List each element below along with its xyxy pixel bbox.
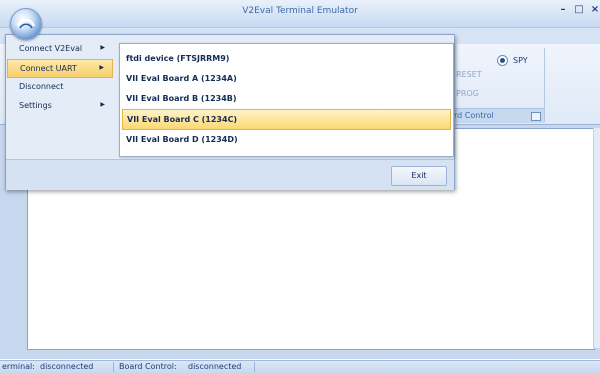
exit-button[interactable]: Exit <box>391 166 447 186</box>
submenu-arrow-icon: ▶ <box>100 44 105 51</box>
application-menu-items: Connect V2Eval ▶ Connect UART ▶ Disconne… <box>7 40 115 158</box>
submenu-item-eval-board-d[interactable]: VII Eval Board D (1234D) <box>122 130 449 149</box>
app-logo-icon <box>16 18 36 29</box>
close-button[interactable]: × <box>590 4 600 18</box>
window-title: V2Eval Terminal Emulator <box>242 6 358 16</box>
status-separator <box>113 362 114 372</box>
title-bar: V2Eval Terminal Emulator – □ × <box>0 0 600 28</box>
prog-button[interactable]: PROG <box>456 89 479 98</box>
group-label: rd Control <box>454 111 494 120</box>
board-control-group: rd Control <box>446 108 544 123</box>
submenu-arrow-icon: ▶ <box>99 64 104 71</box>
reset-button[interactable]: RESET <box>456 70 482 79</box>
submenu-item-ftdi-device[interactable]: ftdi device (FTSJRRM9) <box>122 49 449 68</box>
status-separator <box>254 362 255 372</box>
radio-selected-icon <box>497 55 508 66</box>
dialog-launcher-icon[interactable] <box>531 112 541 121</box>
menu-item-connect-v2eval[interactable]: Connect V2Eval ▶ <box>7 40 113 57</box>
menu-item-settings[interactable]: Settings ▶ <box>7 97 113 114</box>
application-menu-orb[interactable] <box>10 8 42 40</box>
terminal-status-label: erminal: <box>2 362 35 371</box>
maximize-button[interactable]: □ <box>574 4 584 18</box>
uart-device-submenu: ftdi device (FTSJRRM9) VII Eval Board A … <box>119 43 454 157</box>
application-menu-footer: Exit <box>6 159 454 190</box>
application-menu: Connect V2Eval ▶ Connect UART ▶ Disconne… <box>5 34 455 190</box>
spy-radio[interactable]: SPY <box>497 55 528 66</box>
status-bar: erminal: disconnected Board Control: dis… <box>0 360 600 373</box>
window-controls: – □ × <box>558 4 600 18</box>
submenu-item-eval-board-a[interactable]: VII Eval Board A (1234A) <box>122 69 449 88</box>
menu-item-connect-uart[interactable]: Connect UART ▶ <box>7 59 113 78</box>
submenu-item-eval-board-b[interactable]: VII Eval Board B (1234B) <box>122 89 449 108</box>
board-control-status-label: Board Control: <box>119 362 177 371</box>
menu-item-disconnect[interactable]: Disconnect <box>7 78 113 95</box>
submenu-item-eval-board-c[interactable]: VII Eval Board C (1234C) <box>122 109 451 130</box>
terminal-status-value: disconnected <box>40 362 94 371</box>
spy-label: SPY <box>513 56 528 65</box>
submenu-arrow-icon: ▶ <box>100 101 105 108</box>
minimize-button[interactable]: – <box>558 4 568 18</box>
board-control-status-value: disconnected <box>188 362 242 371</box>
scrollbar[interactable] <box>593 128 600 348</box>
group-separator <box>544 48 545 122</box>
